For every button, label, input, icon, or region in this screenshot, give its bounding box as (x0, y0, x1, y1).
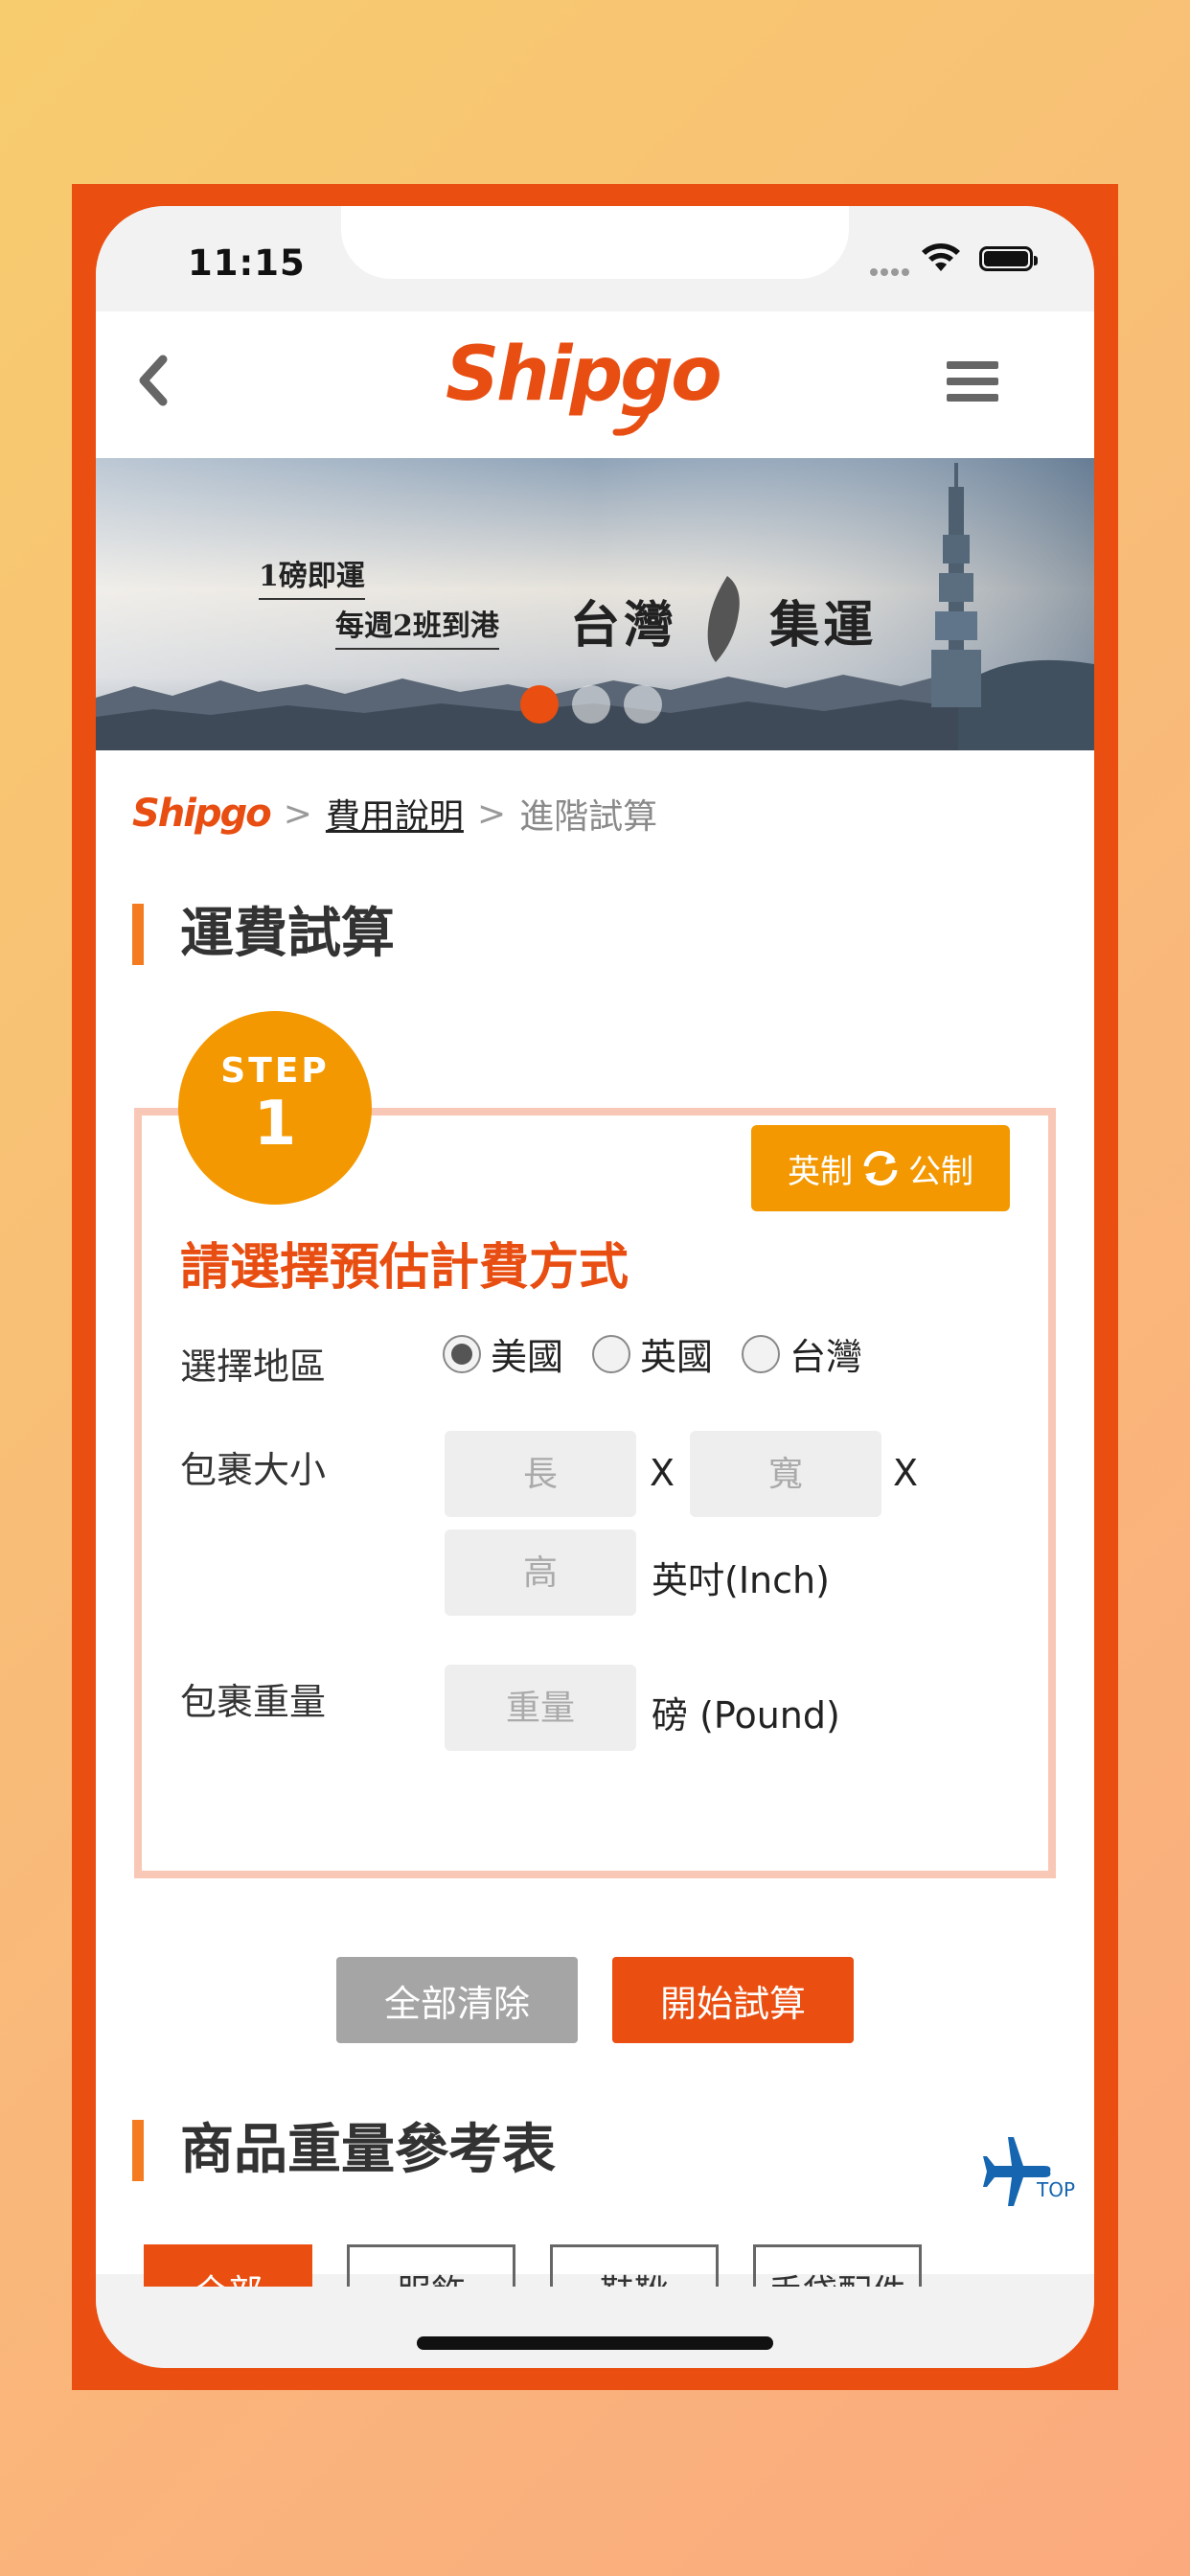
shipgo-logo-graphic: Shipgo (446, 332, 722, 436)
region-option-uk[interactable]: 英國 (592, 1327, 713, 1380)
region-option-label: 美國 (491, 1336, 564, 1378)
breadcrumb-link-fees[interactable]: 費用說明 (326, 789, 464, 839)
carousel-indicator (520, 685, 675, 727)
shipgo-logo[interactable]: Shipgo (446, 331, 781, 442)
breadcrumb-separator: > (283, 794, 312, 834)
menu-icon[interactable] (947, 361, 998, 405)
breadcrumb-separator: > (476, 794, 507, 834)
status-time: 11:15 (188, 242, 306, 284)
region-option-label: 台灣 (790, 1336, 863, 1378)
times-sign: X (893, 1452, 919, 1494)
back-icon[interactable] (128, 352, 176, 409)
taiwan-map-icon (707, 575, 740, 662)
package-size-label: 包裹大小 (180, 1449, 327, 1491)
start-calculation-button[interactable]: 開始試算 (612, 1957, 854, 2043)
region-label: 選擇地區 (180, 1346, 327, 1388)
step-badge: STEP 1 (178, 1011, 372, 1205)
clear-all-button[interactable]: 全部清除 (336, 1957, 578, 2043)
region-option-us[interactable]: 美國 (443, 1327, 563, 1380)
cellular-signal-icon (870, 262, 912, 280)
step-label: STEP (220, 1051, 330, 1091)
unit-imperial-label: 英制 (788, 1152, 853, 1191)
banner-headline-right: 集運 (769, 596, 878, 655)
banner-headline-left: 台灣 (570, 596, 678, 655)
region-option-tw[interactable]: 台灣 (742, 1327, 862, 1380)
phone-screen: 11:15 Shipgo 1磅即運 每週2班到港 台灣 集運 Shipgo > … (96, 206, 1094, 2368)
width-input[interactable] (690, 1431, 881, 1517)
form-title: 請選擇預估計費方式 (180, 1239, 629, 1297)
banner-tagline-2: 每週2班到港 (335, 602, 499, 650)
back-to-top-button[interactable]: TOP (981, 2135, 1087, 2212)
breadcrumb-home-logo[interactable]: Shipgo (132, 792, 272, 836)
height-input[interactable] (445, 1530, 636, 1616)
battery-icon (979, 246, 1038, 271)
swap-icon (863, 1150, 898, 1186)
unit-toggle-button[interactable]: 英制 公制 (751, 1125, 1010, 1211)
carousel-dot[interactable] (572, 685, 610, 724)
section-title-weight-reference: 商品重量參考表 (132, 2120, 556, 2181)
unit-metric-label: 公制 (908, 1152, 973, 1191)
package-weight-label: 包裹重量 (180, 1681, 327, 1723)
svg-text:Shipgo: Shipgo (446, 332, 720, 418)
home-indicator-bar (96, 2287, 1094, 2368)
carousel-dot-active[interactable] (520, 685, 559, 724)
radio-button[interactable] (742, 1334, 781, 1373)
weight-input[interactable] (445, 1665, 636, 1751)
radio-button[interactable] (592, 1334, 631, 1373)
status-bar: 11:15 (96, 206, 1094, 311)
top-nav-bar: Shipgo (96, 311, 1094, 458)
radio-button-selected[interactable] (443, 1334, 481, 1373)
banner-tagline-1: 1磅即運 (259, 552, 365, 600)
airplane-icon: TOP (983, 2137, 1075, 2206)
promo-banner[interactable]: 1磅即運 每週2班到港 台灣 集運 (96, 458, 1094, 750)
times-sign: X (650, 1452, 675, 1494)
weight-unit-label: 磅 (Pound) (652, 1694, 840, 1736)
section-title-calculator: 運費試算 (132, 904, 395, 965)
banner-headline: 台灣 集運 (570, 575, 878, 666)
step-number: 1 (253, 1089, 297, 1160)
notch (341, 206, 849, 279)
length-input[interactable] (445, 1431, 636, 1517)
carousel-dot[interactable] (624, 685, 662, 724)
region-option-label: 英國 (640, 1336, 714, 1378)
top-label: TOP (1036, 2178, 1075, 2201)
breadcrumb: Shipgo > 費用說明 > 進階試算 (132, 789, 657, 839)
wifi-icon (922, 243, 960, 271)
region-radio-group: 美國 英國 台灣 (443, 1327, 891, 1380)
breadcrumb-current: 進階試算 (519, 797, 658, 837)
size-unit-label: 英吋(Inch) (652, 1559, 830, 1601)
home-indicator[interactable] (417, 2336, 773, 2350)
